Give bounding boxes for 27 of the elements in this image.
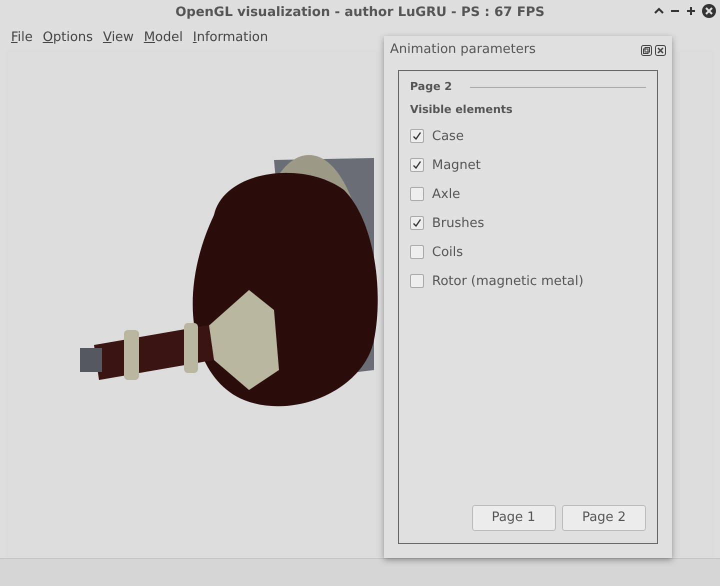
page-button[interactable]: Page 2 [562, 505, 646, 531]
checkbox-label: Magnet [432, 156, 481, 174]
checkbox[interactable] [410, 129, 424, 144]
menu-item[interactable]: Options [38, 28, 98, 48]
checkbox-label: Coils [432, 244, 464, 262]
menu-item[interactable]: View [98, 28, 139, 48]
menu-item[interactable]: Model [138, 28, 188, 48]
dialog-title: Animation parameters [390, 41, 537, 60]
checkbox-label: Brushes [432, 214, 484, 232]
page-button[interactable]: Page 1 [472, 505, 556, 531]
checkbox-label: Axle [432, 186, 460, 204]
checkbox-label: Rotor (magnetic metal) [432, 272, 584, 290]
window-title: OpenGL visualization - author LuGRU - PS : 67 FPS [175, 4, 545, 22]
page-title: Page 2 [410, 79, 452, 95]
checkbox[interactable] [410, 158, 424, 172]
menu-item[interactable]: Information [188, 28, 274, 48]
close-icon[interactable] [655, 44, 666, 56]
checkbox[interactable] [410, 187, 424, 202]
plus-icon[interactable] [686, 6, 696, 16]
section-title: Visible elements [410, 102, 514, 118]
checkbox[interactable] [410, 274, 424, 288]
close-icon[interactable] [702, 4, 716, 18]
checkbox[interactable] [410, 245, 424, 260]
checkbox-label: Case [432, 128, 464, 146]
menu-item[interactable]: File [6, 28, 38, 48]
float-icon[interactable] [640, 44, 652, 56]
checkbox[interactable] [410, 216, 424, 230]
